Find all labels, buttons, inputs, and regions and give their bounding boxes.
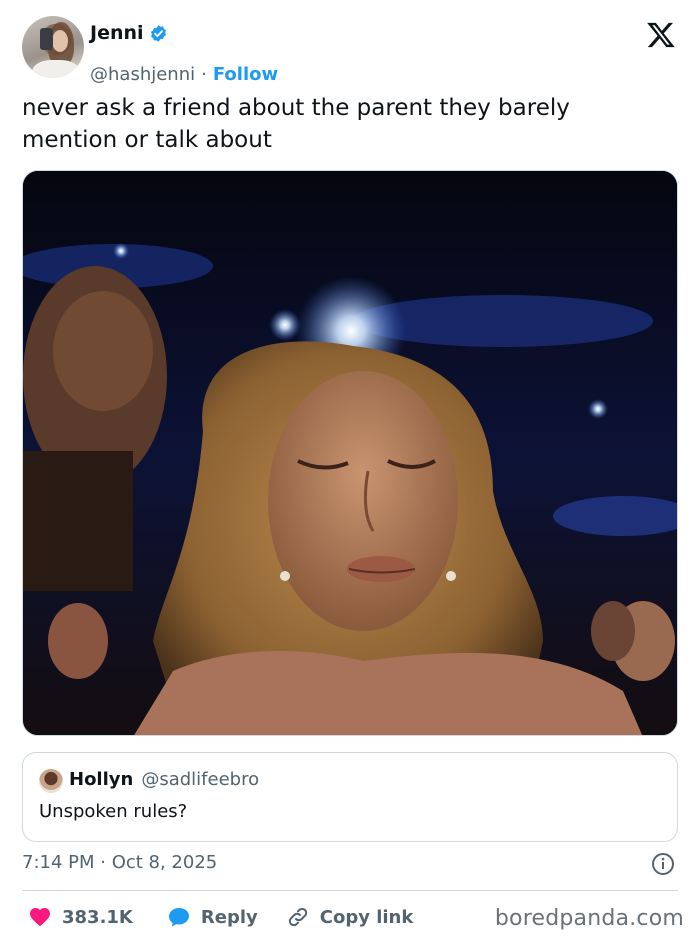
- tweet-timestamp[interactable]: 7:14 PM · Oct 8, 2025: [22, 852, 217, 873]
- quoted-handle: @sadlifeebro: [141, 769, 260, 790]
- author-handle[interactable]: @hashjenni: [90, 64, 195, 85]
- avatar-face: [52, 30, 68, 52]
- like-count: 383.1K: [62, 906, 133, 928]
- tweet-text: never ask a friend about the parent they…: [22, 95, 570, 153]
- reply-button[interactable]: Reply: [167, 905, 258, 929]
- copy-link-label: Copy link: [319, 906, 414, 928]
- quoted-name: Hollyn: [69, 769, 134, 790]
- divider: [22, 890, 678, 891]
- copy-link-button[interactable]: Copy link: [286, 905, 414, 929]
- quoted-avatar[interactable]: [39, 769, 63, 793]
- reply-label: Reply: [200, 906, 258, 928]
- like-button[interactable]: 383.1K: [28, 905, 133, 929]
- author-avatar[interactable]: [22, 16, 84, 78]
- author-name-row: Jenni: [90, 22, 168, 44]
- quoted-name-row: Hollyn @sadlifeebro: [69, 769, 259, 790]
- heart-icon: [30, 908, 50, 927]
- author-name[interactable]: Jenni: [90, 22, 144, 44]
- photo-image: [23, 171, 677, 735]
- tweet-photo[interactable]: [22, 170, 678, 736]
- tweet-header: Jenni @hashjenni · Follow: [22, 16, 682, 85]
- x-logo-icon[interactable]: [646, 20, 676, 50]
- quoted-text: Unspoken rules?: [39, 801, 188, 822]
- separator-dot: ·: [201, 64, 207, 85]
- avatar-body: [32, 60, 80, 78]
- speech-bubble-icon: [168, 908, 189, 927]
- avatar-phone: [40, 28, 53, 50]
- verified-badge-icon: [150, 24, 166, 42]
- link-icon: [288, 907, 307, 927]
- quoted-tweet[interactable]: Hollyn @sadlifeebro Unspoken rules?: [22, 752, 678, 842]
- follow-button[interactable]: Follow: [213, 64, 278, 85]
- watermark: boredpanda.com: [494, 906, 684, 931]
- info-icon[interactable]: [651, 852, 675, 876]
- author-handle-row: @hashjenni · Follow: [90, 64, 278, 85]
